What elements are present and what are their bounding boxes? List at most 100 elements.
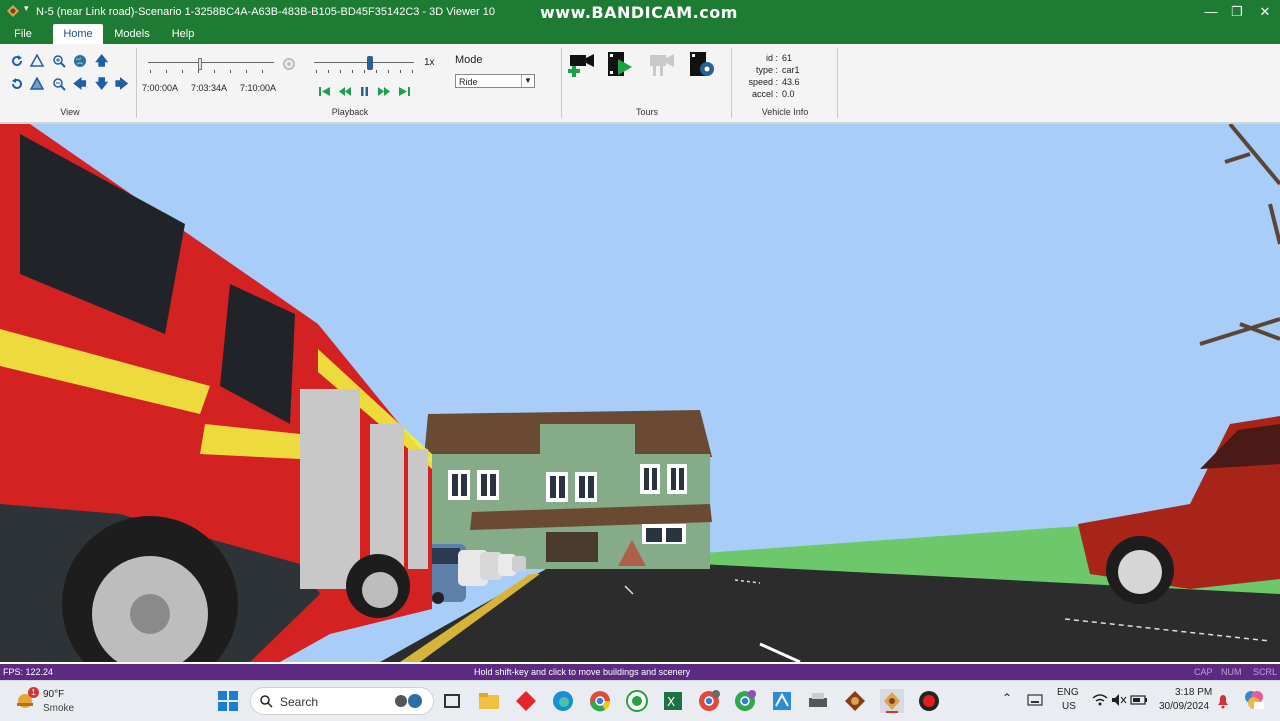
title-bar: ▾ N-5 (near Link road)-Scenario 1-3258BC… xyxy=(0,0,1280,24)
vehicle-accel-key: accel : xyxy=(751,89,778,99)
tilt-down-icon[interactable] xyxy=(30,77,44,91)
whatsapp-icon[interactable] xyxy=(625,689,649,713)
speed-slider[interactable] xyxy=(314,56,414,74)
weather-temp: 90°F xyxy=(43,689,65,700)
vehicle-info-group-label: Vehicle Info xyxy=(761,107,809,117)
move-up-icon[interactable]: 🡅 xyxy=(95,54,108,68)
timeline-slider-thumb[interactable] xyxy=(198,58,202,70)
quick-access-dropdown[interactable]: ▾ xyxy=(24,3,29,14)
tilt-up-icon[interactable] xyxy=(30,54,44,68)
window-title: N-5 (near Link road)-Scenario 1-3258BC4A… xyxy=(36,6,495,18)
rotate-left-icon[interactable] xyxy=(10,54,24,68)
vehicle-speed-key: speed : xyxy=(748,77,778,87)
move-right-icon[interactable]: 🡆 xyxy=(115,77,128,91)
menu-home[interactable]: Home xyxy=(53,24,103,44)
menu-bar: File Home Models Help xyxy=(0,24,1280,44)
region-code[interactable]: US xyxy=(1062,701,1076,712)
num-indicator: NUM xyxy=(1221,667,1242,677)
chrome-profile-icon[interactable] xyxy=(697,689,721,713)
printer-app-icon[interactable] xyxy=(806,689,830,713)
file-explorer-icon[interactable] xyxy=(477,689,501,713)
chevron-down-icon[interactable]: ▼ xyxy=(521,75,534,87)
rotate-right-icon[interactable] xyxy=(10,77,24,91)
vehicle-accel-value: 0.0 xyxy=(782,89,795,99)
3d-viewport[interactable] xyxy=(0,124,1280,662)
language-code[interactable]: ENG xyxy=(1057,687,1079,698)
move-down-icon[interactable]: 🡇 xyxy=(95,77,108,91)
status-bar: FPS: 122.24 Hold shift-key and click to … xyxy=(0,664,1280,680)
3d-viewer-taskbar-icon[interactable] xyxy=(880,689,904,713)
play-tour-icon[interactable] xyxy=(606,50,634,78)
divider xyxy=(731,48,732,118)
settings-gear-icon[interactable] xyxy=(282,57,296,71)
divider xyxy=(837,48,838,118)
show-hidden-icons[interactable]: ⌃ xyxy=(1002,691,1012,705)
taskbar-search[interactable]: Search xyxy=(250,687,434,715)
pause-icon[interactable] xyxy=(358,85,371,98)
status-hint: Hold shift-key and click to move buildin… xyxy=(474,667,691,677)
globe-icon[interactable] xyxy=(73,54,87,68)
mode-dropdown-value: Ride xyxy=(459,77,478,87)
speaker-muted-icon[interactable] xyxy=(1111,693,1127,707)
step-forward-icon[interactable] xyxy=(378,85,391,98)
vehicle-speed-value: 43.6 xyxy=(782,77,800,87)
caps-indicator: CAP xyxy=(1194,667,1213,677)
menu-help[interactable]: Help xyxy=(166,24,200,44)
search-icon xyxy=(260,695,273,708)
clock-date[interactable]: 30/09/2024 xyxy=(1159,701,1209,712)
network-app-icon[interactable] xyxy=(843,689,867,713)
add-tour-icon[interactable] xyxy=(568,52,596,78)
excel-icon[interactable]: X xyxy=(661,689,685,713)
chrome-profile-2-icon[interactable] xyxy=(733,689,757,713)
search-placeholder: Search xyxy=(280,695,319,709)
edge-browser-icon[interactable] xyxy=(551,689,575,713)
blue-app-icon[interactable] xyxy=(770,689,794,713)
time-start-label: 7:00:00A xyxy=(142,83,179,93)
clock-time[interactable]: 3:18 PM xyxy=(1175,687,1212,698)
time-end-label: 7:10:00A xyxy=(240,83,277,93)
mode-label: Mode xyxy=(455,54,483,66)
app-icon xyxy=(7,5,19,17)
restore-button[interactable]: ❐ xyxy=(1222,3,1252,21)
battery-icon[interactable] xyxy=(1130,693,1148,707)
taskbar: 1 90°F Smoke Search X ⌃ ENG US 3:18 PM 3… xyxy=(0,680,1280,721)
menu-file[interactable]: File xyxy=(8,24,38,44)
scroll-indicator: SCRL xyxy=(1253,667,1278,677)
vehicle-type-value: car1 xyxy=(782,65,800,75)
step-back-icon[interactable] xyxy=(338,85,351,98)
start-icon[interactable] xyxy=(216,689,240,713)
keyboard-icon[interactable] xyxy=(1027,693,1043,707)
wifi-icon[interactable] xyxy=(1092,693,1108,707)
weather-desc: Smoke xyxy=(43,703,75,714)
tour-settings-icon[interactable] xyxy=(688,50,716,78)
svg-text:X: X xyxy=(667,695,675,709)
zoom-out-icon[interactable] xyxy=(52,77,66,91)
record-button-icon[interactable] xyxy=(917,689,941,713)
move-left-icon[interactable]: 🡄 xyxy=(73,77,86,91)
3d-scene[interactable] xyxy=(0,124,1280,662)
chrome-browser-icon[interactable] xyxy=(588,689,612,713)
weather-badge: 1 xyxy=(28,687,39,698)
house xyxy=(424,410,712,569)
playback-group-label: Playback xyxy=(331,107,369,117)
divider xyxy=(136,48,137,118)
skip-to-start-icon[interactable] xyxy=(318,85,331,98)
skip-to-end-icon[interactable] xyxy=(398,85,411,98)
divider xyxy=(561,48,562,118)
timeline-slider[interactable] xyxy=(148,58,274,74)
close-button[interactable]: ✕ xyxy=(1250,3,1280,21)
vehicle-id-value: 61 xyxy=(782,53,793,63)
zoom-in-icon[interactable] xyxy=(52,54,66,68)
weather-widget[interactable]: 1 90°F Smoke xyxy=(14,685,104,717)
ribbon: 🡅 🡄 🡇 🡆 View 7:00:00A 7:03:34A 7:10:00A … xyxy=(0,44,1280,124)
notification-bell-icon[interactable] xyxy=(1216,693,1230,709)
tours-group-label: Tours xyxy=(635,107,658,117)
task-view-icon[interactable] xyxy=(440,689,464,713)
app-diamond-icon[interactable] xyxy=(514,689,538,713)
record-tour-icon xyxy=(650,54,674,76)
mode-dropdown[interactable]: Ride ▼ xyxy=(455,74,535,88)
menu-models[interactable]: Models xyxy=(110,24,154,44)
copilot-icon[interactable] xyxy=(1243,689,1265,711)
fps-readout: FPS: 122.24 xyxy=(3,667,54,677)
speed-slider-thumb[interactable] xyxy=(367,56,373,70)
